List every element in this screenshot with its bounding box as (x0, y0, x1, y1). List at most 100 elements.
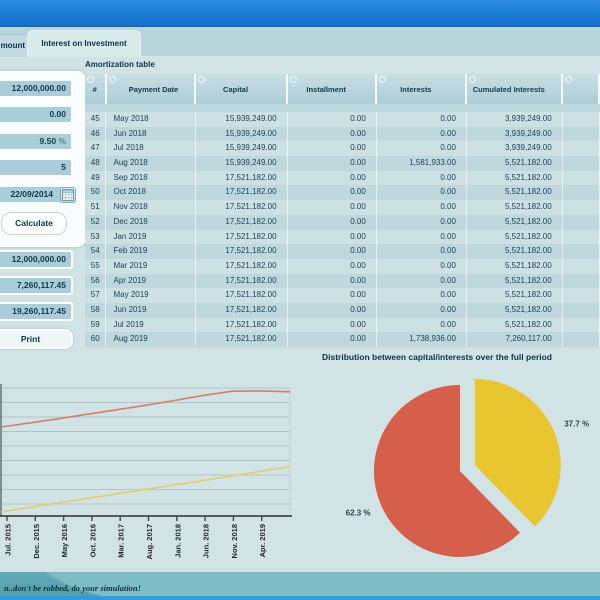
column-header[interactable] (563, 74, 600, 104)
result-capital-field: 12,000,000.00 (0, 250, 73, 269)
pie-slice-label: 62.3 % (346, 509, 371, 518)
table-cell: 17,521,182.00 (196, 303, 288, 318)
window-titlebar (0, 0, 600, 27)
table-cell: 53 (85, 230, 106, 245)
table-cell: 0.00 (377, 244, 467, 259)
table-cell (563, 141, 600, 156)
table-cell: 5,521,182.00 (467, 215, 563, 230)
rate-value: 9.50 (40, 136, 57, 146)
table-row[interactable]: 44Apr 201815,939,249.000.000.003,939,249… (85, 104, 600, 112)
table-cell: 17,521,182.00 (196, 318, 288, 333)
table-cell: 0.00 (377, 185, 467, 200)
table-cell: 17,521,182.00 (196, 244, 288, 259)
table-cell (563, 274, 600, 289)
table-cell: 0.00 (288, 259, 377, 274)
column-handle-icon (87, 76, 94, 83)
table-cell: 17,521,182.00 (196, 171, 288, 186)
table-row[interactable]: 53Jan 201917,521,182.000.000.005,521,182… (85, 230, 600, 245)
table-row[interactable]: 55Mar 201917,521,182.000.000.005,521,182… (85, 259, 600, 274)
table-cell: 5,521,182.00 (467, 288, 563, 303)
table-cell: 17,521,182.00 (196, 259, 288, 274)
table-row[interactable]: 56Apr 201917,521,182.000.000.005,521,182… (85, 274, 600, 289)
fees-field[interactable]: 0.00 (0, 105, 73, 124)
table-cell: 17,521,182.00 (196, 274, 288, 289)
table-cell: 17,521,182.00 (196, 215, 288, 230)
column-header[interactable]: Capital (196, 74, 288, 104)
table-row[interactable]: 60Aug 201917,521,182.000.001,738,936.007… (85, 332, 600, 347)
table-cell: 0.00 (288, 303, 377, 318)
table-cell: 45 (85, 112, 106, 127)
table-row[interactable]: 49Sep 201817,521,182.000.000.005,521,182… (85, 171, 600, 186)
table-row[interactable]: 46Jun 201815,939,249.000.000.003,939,249… (85, 127, 600, 142)
table-cell: 47 (85, 141, 106, 156)
column-handle-icon (469, 76, 476, 83)
result-interests-field: 7,260,117.45 (0, 276, 73, 295)
table-cell: 17,521,182.00 (196, 200, 288, 215)
column-header[interactable]: Cumulated Interests (467, 74, 563, 104)
table-cell: Aug 2018 (106, 156, 195, 171)
capital-interests-line-chart: Jul. 2015Dec. 2015May 2016Oct. 2016Mar. … (0, 380, 294, 585)
table-cell (563, 332, 600, 347)
table-cell: 0.00 (288, 127, 377, 142)
rate-field[interactable]: 9.50 % (0, 132, 73, 151)
result-total-field: 19,260,117.45 (0, 302, 73, 321)
table-cell: 0.00 (288, 156, 377, 171)
table-cell: 5,521,182.00 (467, 303, 563, 318)
table-body: 44Apr 201815,939,249.000.000.003,939,249… (85, 104, 600, 347)
table-cell: 0.00 (288, 171, 377, 186)
print-button[interactable]: Print (0, 329, 73, 349)
table-cell (563, 215, 600, 230)
table-row[interactable]: 45May 201815,939,249.000.000.003,939,249… (85, 112, 600, 127)
column-handle-icon (290, 76, 297, 83)
tab-interest-on-investment[interactable]: Interest on Investment (27, 30, 141, 57)
table-cell: 5,521,182.00 (467, 318, 563, 333)
table-row[interactable]: 54Feb 201917,521,182.000.000.005,521,182… (85, 244, 600, 259)
table-cell: 0.00 (288, 230, 377, 245)
table-row[interactable]: 50Oct 201817,521,182.000.000.005,521,182… (85, 185, 600, 200)
table-row[interactable]: 48Aug 201815,939,249.000.001,581,933.005… (85, 156, 600, 171)
table-cell (563, 230, 600, 245)
amortization-table: #Payment DateCapitalInstallmentInterests… (85, 74, 600, 348)
column-header[interactable]: Interests (377, 74, 467, 104)
table-cell: 0.00 (377, 127, 467, 142)
table-row[interactable]: 47Jul 201815,939,249.000.000.003,939,249… (85, 141, 600, 156)
table-row[interactable]: 59Jul 201917,521,182.000.000.005,521,182… (85, 318, 600, 333)
table-cell: 0.00 (377, 274, 467, 289)
table-row[interactable]: 58Jun 201917,521,182.000.000.005,521,182… (85, 303, 600, 318)
x-axis-tick-label: Dec. 2015 (32, 524, 41, 559)
table-cell: 51 (85, 200, 106, 215)
duration-field[interactable]: 5 (0, 158, 73, 177)
table-cell: Sep 2018 (106, 171, 195, 186)
table-cell: 59 (85, 318, 106, 333)
table-row[interactable]: 52Dec 201817,521,182.000.000.005,521,182… (85, 215, 600, 230)
table-row[interactable]: 57May 201917,521,182.000.000.005,521,182… (85, 288, 600, 303)
table-cell: Jul 2018 (106, 141, 195, 156)
table-cell: 1,738,936.00 (377, 332, 467, 347)
table-cell (563, 259, 600, 274)
table-cell: 15,939,249.00 (196, 127, 288, 142)
table-row[interactable]: 51Nov 201817,521,182.000.000.005,521,182… (85, 200, 600, 215)
calendar-button[interactable] (60, 187, 76, 203)
column-header[interactable]: Installment (288, 74, 377, 104)
table-cell: 0.00 (288, 244, 377, 259)
amount-field[interactable]: 12,000,000.00 (0, 79, 73, 98)
table-cell: 17,521,182.00 (196, 230, 288, 245)
x-axis-tick-label: Apr. 2019 (258, 524, 267, 557)
x-axis-tick-label: Jul. 2015 (4, 524, 13, 556)
column-header[interactable]: # (85, 74, 107, 104)
table-cell: 60 (85, 332, 106, 347)
table-cell: May 2018 (106, 112, 195, 127)
table-cell: 15,939,249.00 (196, 156, 288, 171)
x-axis-tick-label: Nov. 2018 (230, 524, 239, 558)
calendar-icon (62, 189, 74, 201)
table-cell: May 2019 (106, 288, 195, 303)
table-cell: 3,939,249.00 (467, 127, 563, 142)
pie-chart-title: Distribution between capital/interests o… (296, 352, 578, 362)
column-header[interactable]: Payment Date (107, 74, 196, 104)
column-handle-icon (109, 76, 116, 83)
table-cell: 0.00 (288, 318, 377, 333)
calculate-button[interactable]: Calculate (1, 212, 67, 235)
table-cell (563, 171, 600, 186)
table-cell: Aug 2019 (106, 332, 195, 347)
table-cell: 0.00 (288, 200, 377, 215)
